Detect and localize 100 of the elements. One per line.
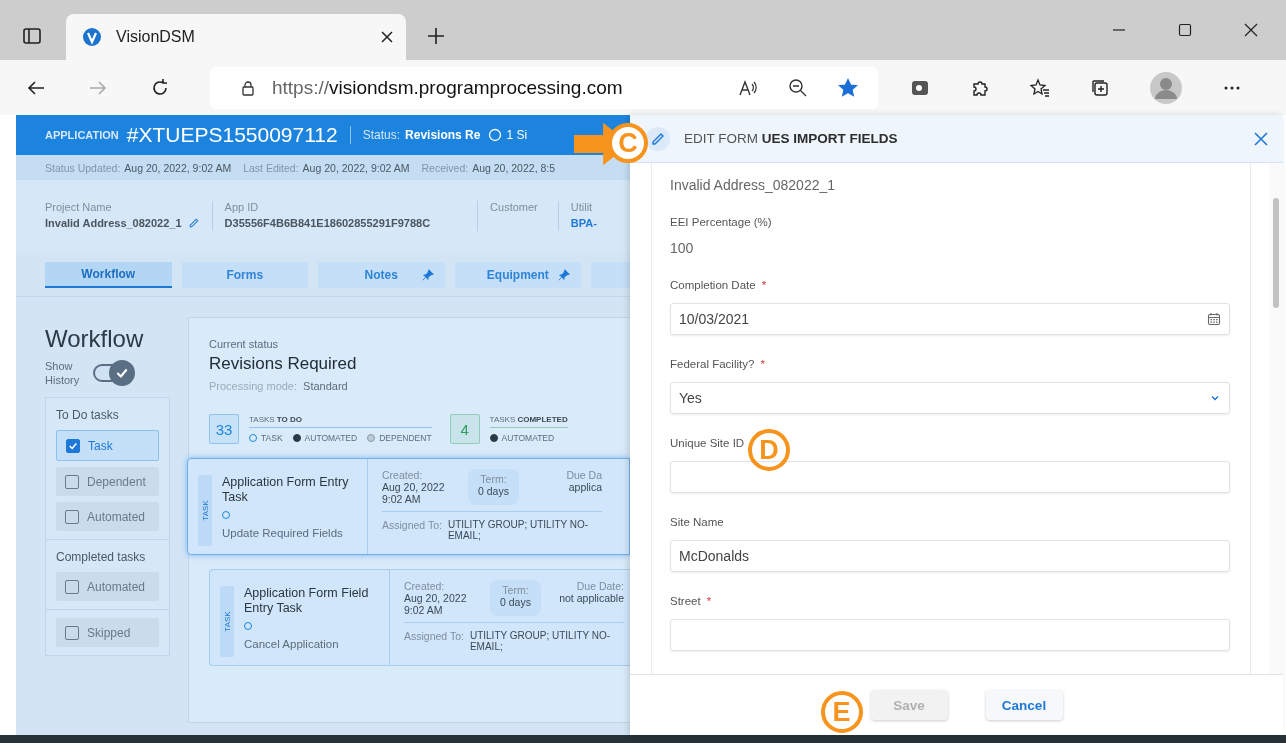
section-title: Workflow <box>45 325 145 353</box>
checkbox[interactable] <box>65 474 79 489</box>
required-marker: * <box>706 595 712 607</box>
filter-option[interactable]: Automated <box>56 572 159 601</box>
filter-option[interactable]: Dependent <box>56 467 159 496</box>
field-label: Federal Facility? <box>670 358 755 370</box>
filter-option[interactable]: Skipped <box>56 618 159 647</box>
required-marker: * <box>760 358 765 370</box>
term-value: 0 days <box>500 596 531 608</box>
collections-icon[interactable] <box>1090 77 1110 98</box>
favorites-icon[interactable] <box>1030 77 1050 98</box>
maximize-icon[interactable] <box>1178 23 1192 37</box>
tab-title: VisionDSM <box>116 28 195 46</box>
scrollbar-thumb[interactable] <box>1273 198 1279 308</box>
checkbox[interactable] <box>65 579 79 594</box>
task-tag: TASK <box>198 475 212 546</box>
filter-option[interactable]: Automated <box>56 502 159 531</box>
term-label: Term: <box>501 584 530 596</box>
date-label: Received: <box>421 161 469 174</box>
summary-label: Project Name <box>45 201 113 213</box>
created-date: Aug 20, 2022 <box>382 481 446 493</box>
date-value: Aug 20, 2022, 9:02 AM <box>124 161 232 174</box>
assigned-value: UTILITY GROUP; UTILITY NO-EMAIL; <box>447 519 590 541</box>
field-value: Invalid Address_082022_1 <box>670 177 837 193</box>
assigned-label: Assigned To: <box>404 630 464 644</box>
star-icon[interactable] <box>838 77 858 98</box>
summary-value: D35556F4B6B841E18602855291F9788C <box>224 217 431 229</box>
field-label: Site Name <box>670 516 724 528</box>
pencil-icon[interactable] <box>187 217 200 229</box>
pin-icon[interactable] <box>557 268 572 282</box>
check-icon <box>68 440 78 451</box>
input-field[interactable] <box>670 461 1230 493</box>
tab[interactable]: Equipment <box>454 262 582 288</box>
created-time: 9:02 AM <box>404 604 444 616</box>
current-status: Revisions Required <box>208 354 358 374</box>
due-value: applica <box>567 481 602 493</box>
close-icon[interactable] <box>1244 23 1258 37</box>
task-title: Application Form Entry Task <box>222 475 350 505</box>
panel-title: EDIT FORM UES IMPORT FIELDS <box>684 131 898 146</box>
input-field[interactable]: McDonalds <box>670 540 1230 572</box>
task-title: Application Form Field Entry Task <box>244 586 370 616</box>
task-card[interactable]: TASK Application Form Field Entry Task Cancel Application Created: Aug 20, 2022 9:02 AM Term: 0 days Due Date: not applicable Assigned To: UTILITY GROUP; UTILITY NO-EMAIL; <box>209 569 630 666</box>
input-field[interactable] <box>670 619 1230 651</box>
checkbox[interactable] <box>66 438 80 453</box>
mode-value: Standard <box>303 380 348 392</box>
summary-label: Utilit <box>570 201 594 213</box>
filter-group-title: Completed tasks <box>56 550 147 564</box>
task-count: 33 <box>209 414 239 444</box>
filter-option[interactable]: Task <box>56 430 159 461</box>
avatar-icon[interactable] <box>1150 71 1182 104</box>
due-value: not applicable <box>559 592 624 604</box>
task-count: 4 <box>449 414 480 444</box>
url-text: https://visiondsm.programprocessing.com <box>272 76 623 99</box>
calendar-icon[interactable] <box>1207 312 1221 326</box>
date-field[interactable]: 10/03/2021 <box>670 303 1230 335</box>
checkbox[interactable] <box>65 625 79 640</box>
close-icon[interactable] <box>380 30 394 44</box>
field-label: Unique Site ID <box>670 437 745 449</box>
counter-title: TASKS COMPLETED <box>489 415 568 428</box>
due-label: Due Da <box>566 469 602 481</box>
refresh-icon[interactable] <box>150 77 170 98</box>
term-value: 0 days <box>478 485 509 497</box>
filter-group-title: To Do tasks <box>56 408 120 422</box>
mode-label: Processing mode: <box>209 380 298 392</box>
browser-tab[interactable]: VisionDSM <box>66 14 406 60</box>
status-caption: Current status <box>208 338 280 350</box>
legend-dot-icon <box>489 434 498 442</box>
task-card[interactable]: TASK Application Form Entry Task Update Required Fields Created: Aug 20, 2022 9:02 AM Term: 0 days Due Da applica Assigned To: UTILITY GROUP; UTILITY NO-EMAIL; <box>187 458 630 555</box>
cancel-button[interactable]: Cancel <box>985 690 1063 720</box>
term-label: Term: <box>479 473 508 485</box>
counter-title: TASKS TO DO <box>249 415 432 428</box>
check-icon <box>115 366 129 380</box>
legend-dot-icon <box>367 434 376 442</box>
plus-icon[interactable] <box>426 26 446 46</box>
zoom-out-icon[interactable] <box>788 77 808 98</box>
status-value: Revisions Re <box>405 128 481 142</box>
legend-label: AUTOMATED <box>501 433 555 443</box>
address-bar[interactable]: https://visiondsm.programprocessing.com <box>210 66 878 109</box>
select-field[interactable]: Yes <box>670 382 1230 414</box>
tab[interactable]: Forms <box>181 262 309 288</box>
assigned-value: UTILITY GROUP; UTILITY NO-EMAIL; <box>469 630 612 652</box>
tab[interactable]: Notes <box>318 262 445 288</box>
sidebar-icon[interactable] <box>22 26 42 46</box>
application-label: APPLICATION <box>45 129 119 141</box>
callout-marker: E <box>820 691 863 733</box>
field-value: 100 <box>670 240 695 256</box>
toggle-label: Show History <box>45 359 81 387</box>
task-tag: TASK <box>220 586 234 657</box>
task-action: Update Required Fields <box>222 527 344 539</box>
required-marker: * <box>761 279 767 291</box>
pin-icon[interactable] <box>420 268 435 282</box>
tab[interactable]: Workflow <box>45 262 172 288</box>
callout-marker: D <box>748 429 790 471</box>
utility-link[interactable]: BPA- <box>570 217 597 229</box>
date-label: Status Updated: <box>45 161 121 174</box>
checkbox[interactable] <box>65 509 79 524</box>
assigned-label: Assigned To: <box>382 519 442 533</box>
legend-label: AUTOMATED <box>304 433 358 443</box>
date-label: Last Edited: <box>243 161 299 174</box>
created-label: Created: <box>404 580 446 592</box>
